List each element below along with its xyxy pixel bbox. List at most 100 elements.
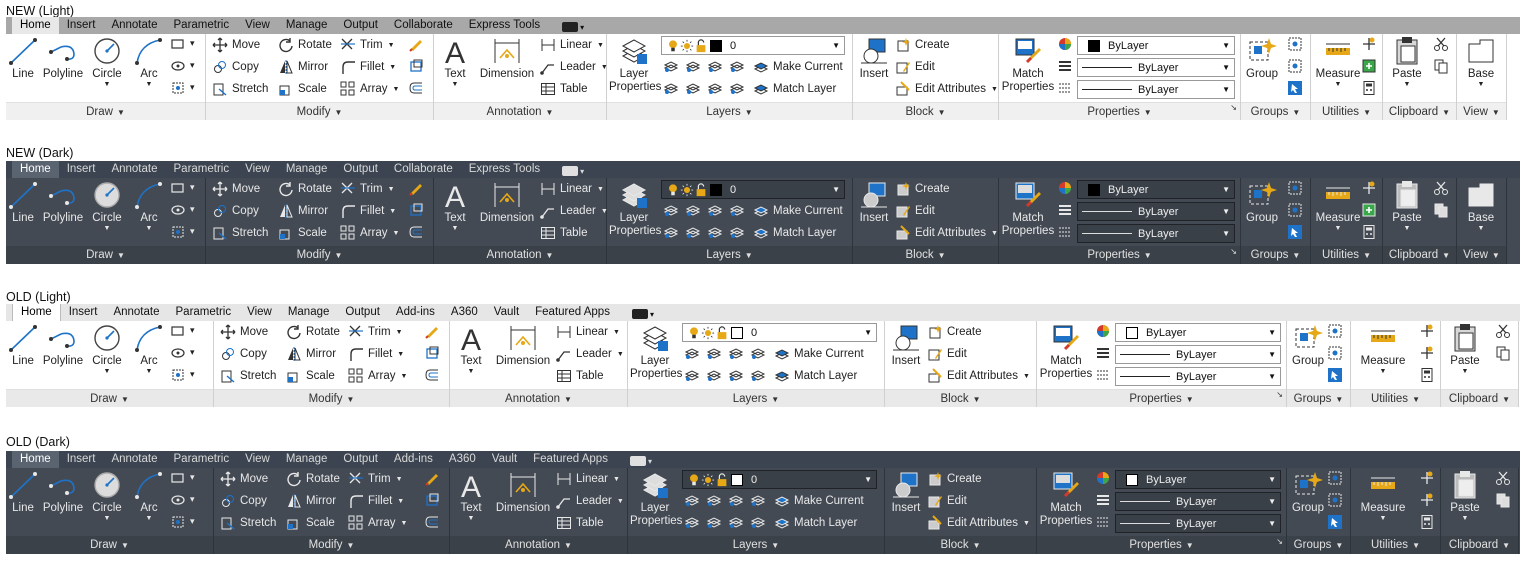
chevron-down-icon[interactable]: ▾ [190, 204, 195, 215]
text-button[interactable]: A Text ▼ [454, 470, 488, 523]
circle-button[interactable]: Circle ▼ [90, 180, 124, 233]
base-button[interactable]: Base ▼ [1461, 180, 1501, 233]
panel-footer[interactable]: Clipboard ▼ [1441, 536, 1518, 554]
hatch-button[interactable] [170, 345, 188, 363]
offset-button[interactable] [408, 80, 426, 98]
ungroup-button[interactable] [1327, 470, 1345, 488]
panel-footer[interactable]: Annotation ▼ [434, 102, 606, 120]
erase-button[interactable] [424, 323, 442, 341]
ungroup-button[interactable] [1327, 323, 1345, 341]
lineweight-dropdown[interactable]: ByLayer ▼ [1115, 492, 1281, 511]
group-selection-button[interactable] [1287, 224, 1305, 242]
layer-tool-button[interactable] [728, 492, 746, 510]
ribbon-tab[interactable]: Insert [59, 161, 104, 178]
leader-button[interactable]: Leader ▼ [556, 491, 624, 511]
calculator-button[interactable] [1419, 514, 1437, 532]
array-button[interactable]: Array ▼ [348, 513, 407, 533]
layer-dropdown[interactable]: 0 ▼ [682, 470, 877, 489]
layer-dropdown[interactable]: 0 ▼ [682, 323, 877, 342]
stretch-button[interactable]: Stretch [220, 366, 276, 386]
chevron-down-icon[interactable]: ▾ [580, 167, 584, 176]
trim-button[interactable]: Trim ▼ [348, 322, 403, 342]
measure-button[interactable]: Measure ▼ [1313, 180, 1363, 233]
panel-footer[interactable]: Draw ▼ [6, 389, 213, 407]
chevron-down-icon[interactable]: ▾ [650, 310, 654, 319]
paste-button[interactable]: Paste ▼ [1445, 323, 1485, 376]
layer-tool-button[interactable] [729, 224, 747, 242]
ribbon-tab[interactable]: Insert [59, 451, 104, 468]
layer-tool-button[interactable] [729, 58, 747, 76]
ribbon-tab[interactable]: Annotate [103, 451, 165, 468]
ribbon-tab[interactable]: Add-ins [388, 304, 443, 321]
dimension-button[interactable]: Dimension [476, 36, 538, 81]
panel-footer[interactable]: Layers ▼ [607, 102, 852, 120]
polyline-button[interactable]: Polyline [42, 323, 84, 368]
scale-button[interactable]: Scale [286, 513, 335, 533]
panel-footer[interactable]: Groups ▼ [1241, 102, 1310, 120]
linear-button[interactable]: Linear ▼ [540, 35, 604, 55]
linear-button[interactable]: Linear ▼ [556, 469, 620, 489]
panel-footer[interactable]: Utilities ▼ [1351, 536, 1440, 554]
cut-button[interactable] [1433, 36, 1451, 54]
create-block-button[interactable]: Create [927, 469, 982, 489]
create-block-button[interactable]: Create [927, 322, 982, 342]
table-button[interactable]: Table [540, 223, 588, 243]
text-button[interactable]: A Text ▼ [454, 323, 488, 376]
fillet-button[interactable]: Fillet ▼ [348, 344, 404, 364]
ribbon-tab[interactable]: Output [335, 17, 386, 34]
linear-button[interactable]: Linear ▼ [540, 179, 604, 199]
paste-button[interactable]: Paste ▼ [1387, 36, 1427, 89]
erase-button[interactable] [408, 36, 426, 54]
paste-button[interactable]: Paste ▼ [1445, 470, 1485, 523]
mirror-button[interactable]: Mirror [286, 344, 336, 364]
panel-footer[interactable]: Utilities ▼ [1351, 389, 1440, 407]
color-wheel-button[interactable] [1057, 180, 1075, 198]
ribbon-tab[interactable]: Parametric [166, 161, 238, 178]
panel-footer[interactable]: Clipboard ▼ [1383, 102, 1456, 120]
panel-footer[interactable]: View ▼ [1457, 102, 1506, 120]
paste-button[interactable]: Paste ▼ [1387, 180, 1427, 233]
layer-tool-button[interactable] [663, 58, 681, 76]
ribbon-tab[interactable]: Output [335, 161, 386, 178]
arc-button[interactable]: Arc ▼ [134, 180, 164, 233]
measure-button[interactable]: Measure ▼ [1353, 470, 1413, 523]
group-selection-button[interactable] [1287, 80, 1305, 98]
layer-tool-button[interactable] [729, 202, 747, 220]
panel-footer[interactable]: Annotation ▼ [450, 536, 627, 554]
calculator-button[interactable] [1419, 367, 1437, 385]
layer-tool-button[interactable] [728, 514, 746, 532]
panel-footer[interactable]: Block ▼ [885, 536, 1036, 554]
panel-footer[interactable]: Utilities ▼ [1311, 102, 1382, 120]
ribbon-tab[interactable]: Express Tools [461, 17, 548, 34]
ribbon-display-toggle-icon[interactable] [562, 22, 579, 32]
color-wheel-button[interactable] [1095, 470, 1113, 488]
explode-button[interactable] [408, 202, 426, 220]
layer-tool-button[interactable] [750, 492, 768, 510]
ribbon-tab[interactable]: Home [12, 304, 61, 321]
dimension-button[interactable]: Dimension [492, 323, 554, 368]
ribbon-display-toggle-icon[interactable] [629, 456, 646, 466]
array-button[interactable]: Array ▼ [340, 223, 399, 243]
line-button[interactable]: Line [8, 470, 38, 515]
id-point-button[interactable] [1361, 180, 1379, 198]
dialog-launcher-icon[interactable]: ↘ [1276, 533, 1283, 551]
offset-button[interactable] [408, 224, 426, 242]
dialog-launcher-icon[interactable]: ↘ [1230, 243, 1237, 261]
color-dropdown[interactable]: ByLayer ▼ [1077, 180, 1235, 199]
text-button[interactable]: A Text ▼ [438, 36, 472, 89]
color-wheel-button[interactable] [1057, 36, 1075, 54]
circle-button[interactable]: Circle ▼ [90, 470, 124, 523]
ribbon-display-toggle-icon[interactable] [631, 309, 648, 319]
ribbon-tab[interactable]: Featured Apps [525, 451, 616, 468]
calculator-button[interactable] [1361, 80, 1379, 98]
panel-footer[interactable]: Layers ▼ [628, 536, 884, 554]
color-dropdown[interactable]: ByLayer ▼ [1115, 470, 1281, 489]
ungroup-button[interactable] [1287, 36, 1305, 54]
trim-button[interactable]: Trim ▼ [340, 179, 395, 199]
copy-button[interactable]: Copy [220, 344, 267, 364]
edit-block-button[interactable]: Edit [895, 201, 935, 221]
id-point-button[interactable] [1361, 36, 1379, 54]
copy-clip-button[interactable] [1495, 492, 1513, 510]
panel-footer[interactable]: Draw ▼ [6, 102, 205, 120]
rotate-button[interactable]: Rotate [278, 35, 332, 55]
